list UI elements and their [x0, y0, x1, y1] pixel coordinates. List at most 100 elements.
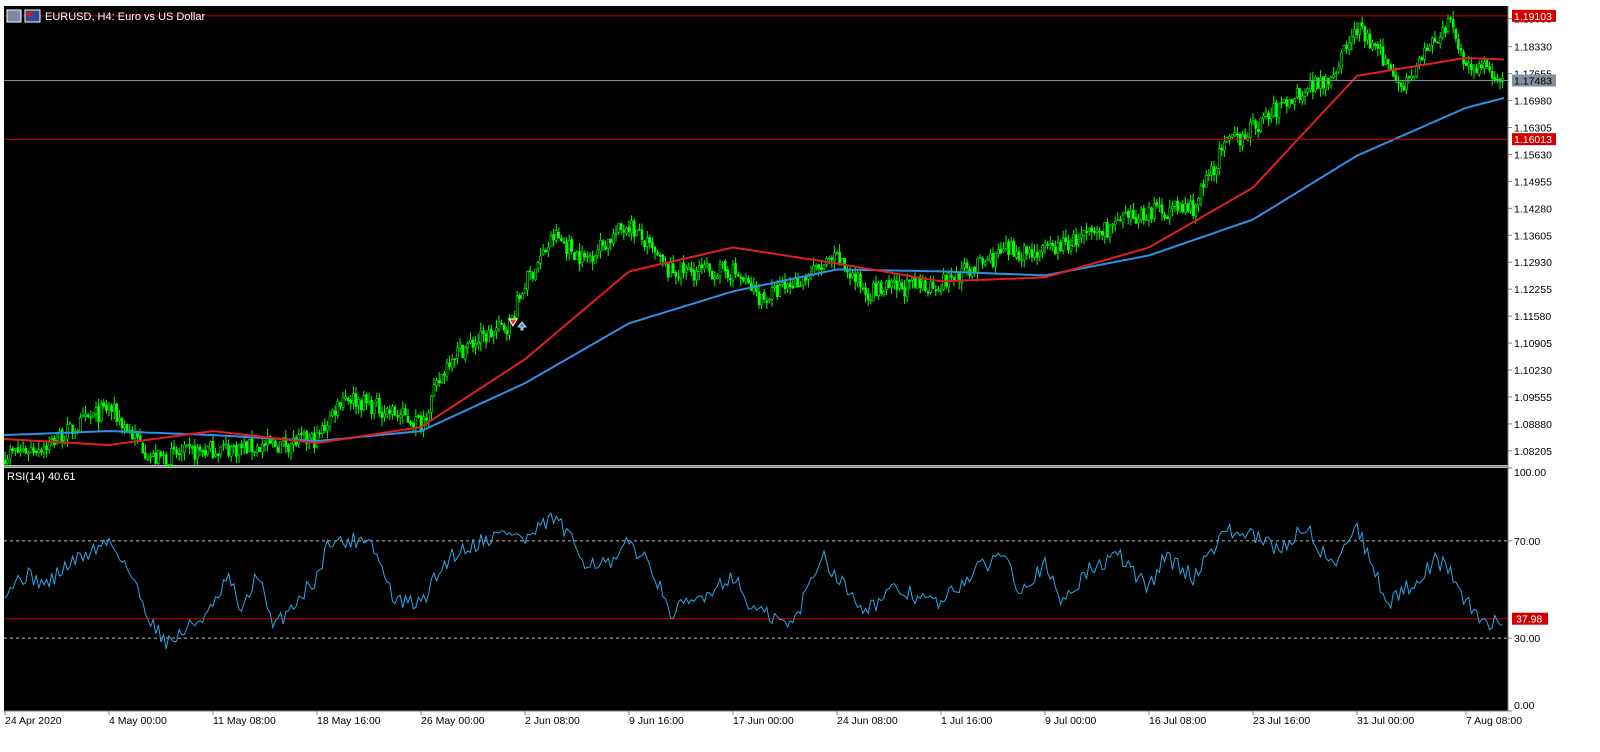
candle-body: [864, 287, 867, 295]
candle-body: [690, 267, 693, 273]
candle-body: [404, 408, 407, 416]
candle-body: [1470, 64, 1473, 70]
candle-body: [380, 411, 384, 419]
candle-body: [560, 237, 563, 241]
candle-body: [1051, 242, 1055, 247]
candle-body: [118, 417, 121, 422]
candle-body: [105, 404, 108, 411]
current-price-marker: 1.17483: [1512, 74, 1556, 88]
candle-body: [703, 264, 706, 270]
chart-canvas[interactable]: EURUSD, H4: Euro vs US Dollar RSI(14) 40…: [0, 0, 1600, 747]
candle-body: [1347, 42, 1351, 50]
candle-body: [996, 249, 1000, 255]
candle-body: [1103, 222, 1107, 237]
candle: [274, 439, 277, 448]
candle-body: [112, 403, 116, 412]
candle-body: [656, 252, 659, 255]
candle-body: [422, 416, 425, 431]
chart-window: EURUSD, H4: Euro vs US Dollar RSI(14) 40…: [0, 0, 1600, 747]
candle-body: [497, 321, 501, 330]
candle-body: [1100, 231, 1104, 236]
candle-body: [570, 239, 574, 252]
candle-body: [973, 266, 977, 273]
candle-body: [612, 233, 615, 244]
candle-body: [887, 280, 891, 289]
candle-body: [146, 458, 150, 461]
time-axis-label: 26 May 00:00: [421, 715, 485, 727]
candle-body: [1212, 166, 1216, 176]
candle-body: [287, 444, 290, 452]
candle-body: [1311, 79, 1315, 92]
candle-body: [1017, 251, 1021, 260]
candle-body: [796, 277, 800, 288]
candle-body: [580, 251, 584, 263]
candle-body: [1082, 230, 1086, 236]
candle: [1259, 117, 1263, 134]
time-axis-label: 2 Jun 08:00: [525, 715, 580, 727]
candle-body: [1121, 214, 1125, 223]
candle-body: [1490, 71, 1494, 79]
candle-body: [1410, 75, 1413, 80]
candle-body: [1412, 75, 1416, 78]
upper-line-marker: 1.19103: [1512, 9, 1556, 23]
candle-body: [549, 235, 553, 247]
candle-body: [411, 422, 415, 428]
candle-body: [183, 444, 186, 453]
candle-body: [133, 432, 137, 439]
candle-body: [773, 285, 776, 289]
candle-body: [879, 281, 883, 294]
lower-line-marker: 1.16013: [1512, 133, 1556, 146]
candle-body: [596, 249, 600, 256]
candle-body: [339, 402, 342, 407]
candle-body: [713, 276, 717, 280]
candle-body: [885, 280, 888, 291]
candle-body: [190, 446, 194, 449]
candle-body: [388, 409, 392, 414]
candle-body: [827, 257, 831, 260]
candle-body: [1207, 174, 1211, 176]
candle-body: [606, 238, 610, 249]
candle-body: [1171, 206, 1174, 209]
candle-body: [1438, 36, 1442, 44]
candle-body: [1048, 243, 1052, 246]
candle-body: [6, 459, 9, 464]
candle-body: [214, 453, 217, 457]
candle-body: [1373, 43, 1377, 47]
candle-body: [1249, 122, 1252, 138]
candle-body: [432, 384, 436, 397]
price-axis-label: 1.13605: [1514, 230, 1552, 242]
candle-body: [1202, 183, 1205, 188]
candle-body: [599, 240, 602, 252]
candle-body: [391, 406, 394, 415]
upper-price-tag-label: 1.19103: [1514, 11, 1552, 23]
candle-body: [1483, 61, 1486, 69]
candle-body: [892, 280, 896, 283]
candle-body: [193, 445, 197, 460]
candle-body: [544, 249, 548, 253]
candle-body: [1165, 216, 1169, 220]
candle-body: [1345, 44, 1348, 49]
candle-body: [102, 402, 106, 407]
candle-body: [482, 330, 485, 335]
time-axis-label: 7 Aug 08:00: [1466, 715, 1522, 727]
candle-body: [203, 450, 207, 456]
candle-body: [565, 241, 568, 254]
candle-body: [414, 416, 418, 429]
candle-body: [323, 424, 327, 431]
candle-body: [1147, 207, 1151, 221]
candle-body: [1012, 241, 1016, 257]
candle-body: [450, 359, 454, 369]
candle-body: [170, 448, 173, 465]
candle-body: [1308, 80, 1312, 90]
rsi-axis-label: 70.00: [1514, 536, 1540, 548]
candle-body: [937, 289, 940, 291]
candle-body: [440, 374, 444, 383]
candle-body: [1332, 74, 1335, 78]
candle-body: [1379, 47, 1382, 49]
candle-body: [3, 459, 7, 465]
candle-body: [726, 269, 730, 279]
candle-body: [1306, 88, 1309, 93]
candle-body: [1181, 203, 1185, 213]
candle-body: [1020, 259, 1023, 262]
candle-body: [86, 414, 90, 417]
